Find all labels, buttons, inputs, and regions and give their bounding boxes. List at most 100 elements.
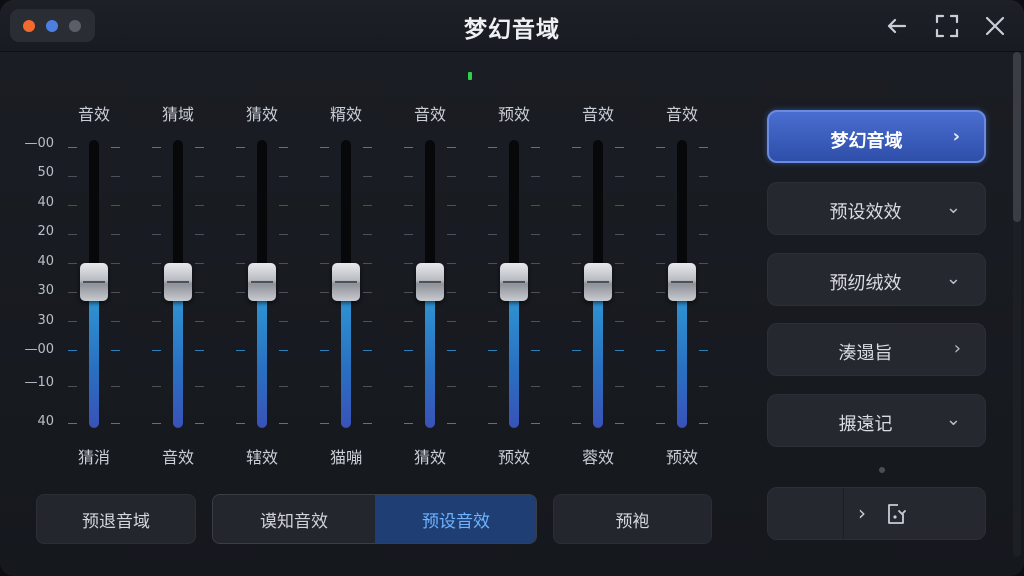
scale-tick [152, 321, 161, 322]
preset-item-0[interactable]: 梦幻音域 › [767, 110, 986, 163]
scale-tick [699, 350, 708, 351]
slider-handle[interactable] [332, 263, 360, 301]
scale-tick [320, 263, 329, 264]
scrollbar-thumb[interactable] [1013, 52, 1021, 222]
scale-tick [68, 321, 77, 322]
scale-tick [404, 321, 413, 322]
scale-tick [111, 234, 120, 235]
preset-item-4[interactable]: 搌遠记 ⌄ [767, 394, 986, 447]
scale-tick [615, 176, 624, 177]
scale-tick [111, 321, 120, 322]
band-bottom-label: 音效 [161, 448, 194, 467]
preset-reset-button[interactable]: 预退音域 [36, 494, 196, 544]
back-arrow-icon[interactable] [883, 12, 911, 40]
scale-tick [615, 386, 624, 387]
scale-tick [279, 423, 288, 424]
scale-tick [699, 386, 708, 387]
expand-icon[interactable] [933, 12, 961, 40]
scale-tick [404, 350, 413, 351]
scale-tick [236, 205, 245, 206]
scale-tick [279, 263, 288, 264]
scale-tick [531, 386, 540, 387]
chevron-right-icon: › [953, 338, 961, 359]
scale-label: 30 [37, 283, 54, 298]
scale-tick [699, 423, 708, 424]
scale-tick [488, 234, 497, 235]
slider-fill [173, 284, 183, 428]
scale-tick [152, 350, 161, 351]
preset-item-2[interactable]: 预纫绒效 ⌄ [767, 253, 986, 306]
scale-tick [531, 147, 540, 148]
scale-tick [488, 292, 497, 293]
scale-tick [68, 386, 77, 387]
scale-tick [279, 321, 288, 322]
scale-tick [615, 292, 624, 293]
slider-handle[interactable] [80, 263, 108, 301]
close-icon[interactable] [981, 12, 1009, 40]
scale-tick [111, 386, 120, 387]
scale-tick [111, 205, 120, 206]
scale-tick [363, 292, 372, 293]
scale-tick [363, 321, 372, 322]
scale-tick [404, 423, 413, 424]
scale-tick [363, 350, 372, 351]
band-bottom-label: 辖效 [245, 448, 278, 467]
slider-handle[interactable] [164, 263, 192, 301]
app-window: 梦幻音域 —00 50 40 20 40 30 30 —00 —10 40 音效 猜消 猜域 音效 猜效辖… [0, 0, 1024, 576]
scale-tick [195, 350, 204, 351]
band-top-label: 预效 [497, 105, 530, 124]
scale-label: 20 [37, 224, 54, 239]
slider-handle[interactable] [500, 263, 528, 301]
chevron-right-icon[interactable]: › [858, 501, 866, 525]
scale-tick [195, 205, 204, 206]
scale-tick [531, 321, 540, 322]
scale-tick [236, 234, 245, 235]
scale-tick [572, 205, 581, 206]
scale-tick [699, 147, 708, 148]
scale-tick [447, 234, 456, 235]
scale-tick [488, 321, 497, 322]
scale-label: 40 [37, 414, 54, 429]
scale-tick [279, 176, 288, 177]
scale-tick [320, 147, 329, 148]
scale-tick [572, 147, 581, 148]
scale-tick [447, 205, 456, 206]
scale-label: —00 [24, 342, 54, 357]
scale-tick [572, 234, 581, 235]
scale-tick [152, 176, 161, 177]
scale-tick [656, 176, 665, 177]
segment-option-0[interactable]: 谟知音效 [213, 495, 375, 543]
preset-item-1[interactable]: 预设效效 ⌄ [767, 182, 986, 235]
band-bottom-label: 蓉效 [581, 448, 614, 467]
slider-handle[interactable] [584, 263, 612, 301]
export-panel: › [767, 487, 986, 540]
scale-tick [152, 386, 161, 387]
segment-option-1[interactable]: 预设音效 [375, 495, 536, 543]
scale-tick [152, 292, 161, 293]
preset-item-3[interactable]: 湊遢旨 › [767, 323, 986, 376]
scale-tick [404, 234, 413, 235]
scale-tick [656, 147, 665, 148]
scale-tick [68, 292, 77, 293]
preset-label: 湊遢旨 [838, 343, 893, 364]
window-title: 梦幻音域 [464, 17, 560, 43]
export-icon[interactable] [884, 502, 908, 526]
scale-tick [656, 321, 665, 322]
scale-tick [447, 386, 456, 387]
scale-tick [68, 234, 77, 235]
band-bottom-label: 预效 [665, 448, 698, 467]
scale-tick [152, 423, 161, 424]
slider-handle[interactable] [248, 263, 276, 301]
page-dot [879, 467, 885, 473]
scale-tick [236, 386, 245, 387]
scale-tick [699, 234, 708, 235]
scale-tick [531, 350, 540, 351]
preset-extra-button[interactable]: 预袍 [553, 494, 712, 544]
scale-tick [447, 147, 456, 148]
scale-label: 40 [37, 254, 54, 269]
slider-handle[interactable] [668, 263, 696, 301]
slider-handle[interactable] [416, 263, 444, 301]
scale-tick [615, 263, 624, 264]
scale-tick [68, 176, 77, 177]
scale-tick [236, 350, 245, 351]
